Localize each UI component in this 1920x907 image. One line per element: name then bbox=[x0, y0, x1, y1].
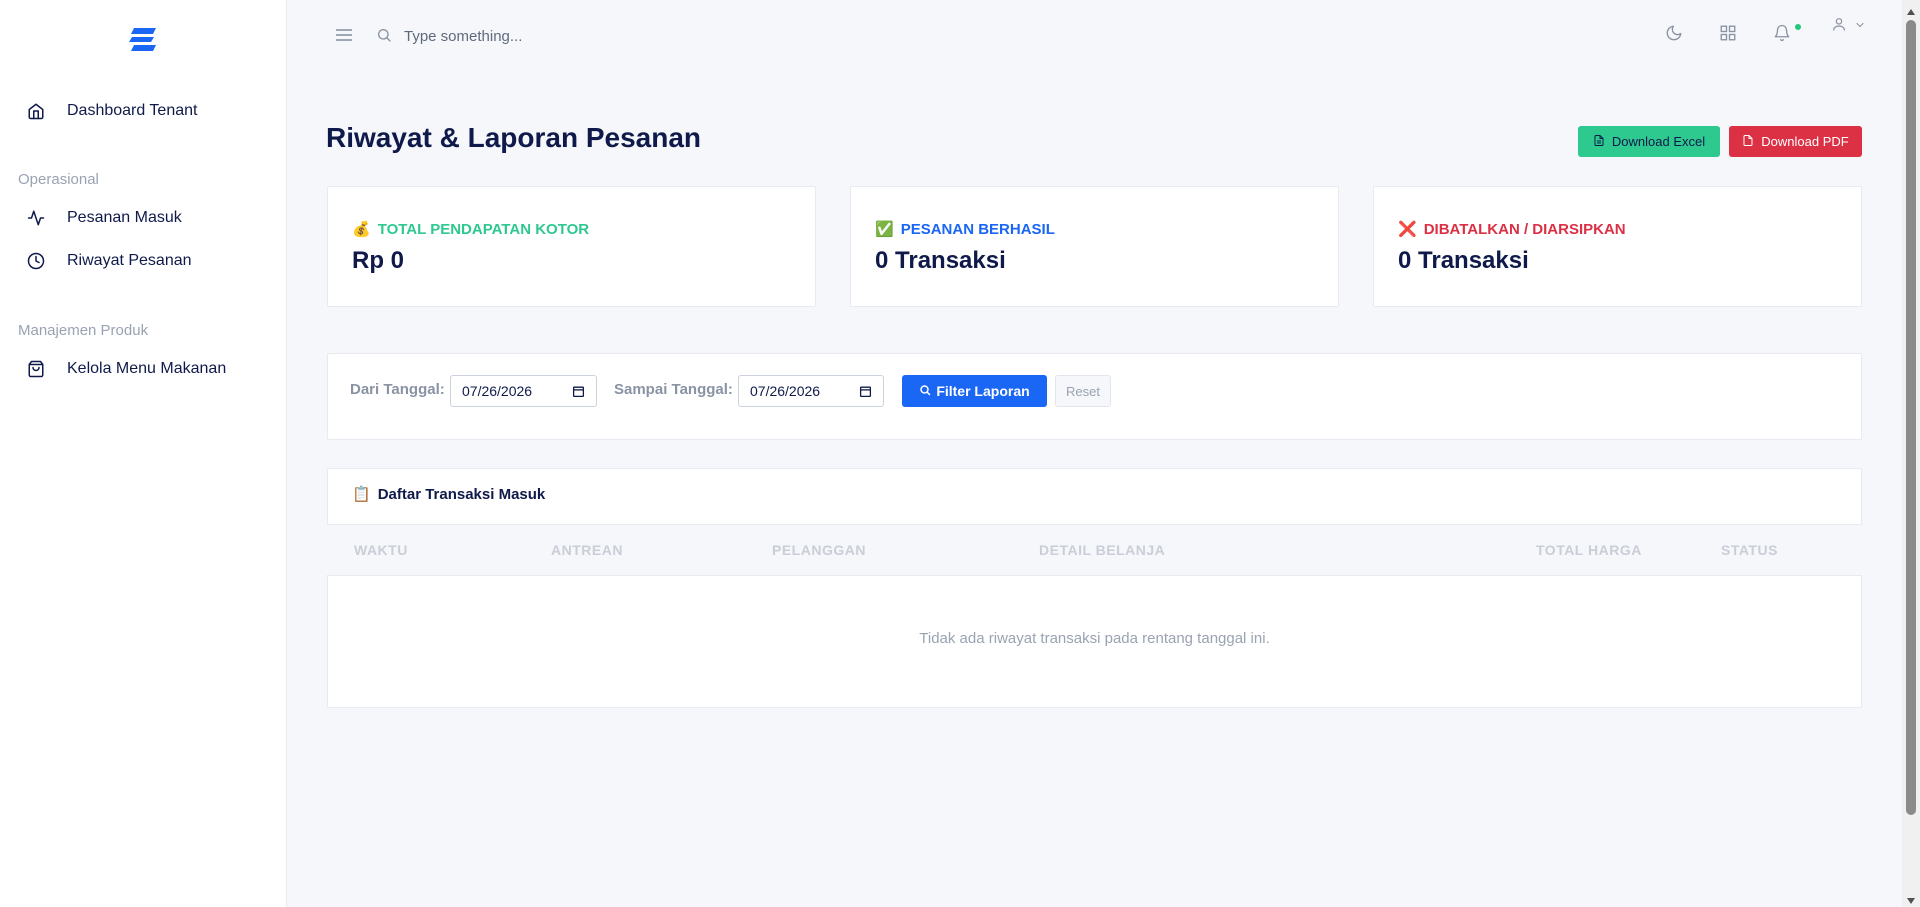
calendar-icon[interactable] bbox=[572, 385, 585, 398]
check-icon: ✅ bbox=[875, 221, 894, 238]
to-date-input[interactable]: 07/26/2026 bbox=[738, 375, 884, 407]
topbar bbox=[288, 0, 1902, 72]
stat-card-dibatalkan: ❌ DIBATALKAN / DIARSIPKAN 0 Transaksi bbox=[1373, 186, 1862, 307]
reset-button[interactable]: Reset bbox=[1055, 375, 1111, 407]
file-icon bbox=[1742, 134, 1754, 150]
column-header-pelanggan[interactable]: PELANGGAN bbox=[772, 542, 866, 558]
stat-label: ❌ DIBATALKAN / DIARSIPKAN bbox=[1398, 220, 1626, 239]
chevron-down-icon[interactable] bbox=[1854, 18, 1876, 40]
stat-value: 0 Transaksi bbox=[1398, 247, 1529, 274]
stat-card-pendapatan: 💰 TOTAL PENDAPATAN KOTOR Rp 0 bbox=[327, 186, 816, 307]
scroll-up-arrow-icon[interactable] bbox=[1906, 4, 1916, 15]
empty-table-message: Tidak ada riwayat transaksi pada rentang… bbox=[919, 630, 1270, 647]
search-input[interactable] bbox=[404, 22, 804, 50]
to-date-label: Sampai Tanggal: bbox=[614, 381, 733, 398]
download-excel-button[interactable]: Download Excel bbox=[1578, 126, 1720, 157]
grid-icon[interactable] bbox=[1719, 24, 1741, 46]
scrollbar-thumb[interactable] bbox=[1906, 20, 1916, 815]
sidebar-item-label: Riwayat Pesanan bbox=[67, 252, 192, 269]
column-header-detail-belanja[interactable]: DETAIL BELANJA bbox=[1039, 542, 1165, 558]
sidebar-item-kelola-menu[interactable]: Kelola Menu Makanan bbox=[26, 357, 226, 381]
moon-icon[interactable] bbox=[1665, 24, 1687, 46]
sidebar-item-label: Dashboard Tenant bbox=[67, 102, 198, 119]
download-pdf-label: Download PDF bbox=[1761, 134, 1849, 149]
column-header-antrean[interactable]: ANTREAN bbox=[551, 542, 623, 558]
page-title: Riwayat & Laporan Pesanan bbox=[326, 122, 702, 153]
cross-icon: ❌ bbox=[1398, 221, 1417, 238]
money-bag-icon: 💰 bbox=[352, 221, 371, 238]
sidebar-item-label: Pesanan Masuk bbox=[67, 209, 182, 226]
file-icon bbox=[1593, 134, 1605, 150]
column-header-waktu[interactable]: WAKTU bbox=[354, 542, 408, 558]
stat-label: 💰 TOTAL PENDAPATAN KOTOR bbox=[352, 220, 590, 239]
stat-value: 0 Transaksi bbox=[875, 247, 1006, 274]
user-icon[interactable] bbox=[1831, 16, 1853, 38]
notification-badge bbox=[1795, 24, 1801, 30]
column-header-status[interactable]: STATUS bbox=[1721, 542, 1778, 558]
stat-card-berhasil: ✅ PESANAN BERHASIL 0 Transaksi bbox=[850, 186, 1339, 307]
menu-icon[interactable] bbox=[334, 26, 356, 46]
from-date-input[interactable]: 07/26/2026 bbox=[450, 375, 597, 407]
section-manajemen-produk: Manajemen Produk bbox=[18, 322, 149, 339]
sidebar-item-dashboard[interactable]: Dashboard Tenant bbox=[26, 99, 197, 123]
bell-icon[interactable] bbox=[1773, 24, 1795, 46]
scrollbar[interactable] bbox=[1902, 0, 1920, 907]
stat-value: Rp 0 bbox=[352, 247, 405, 274]
filter-laporan-button[interactable]: Filter Laporan bbox=[902, 375, 1047, 407]
download-excel-label: Download Excel bbox=[1611, 134, 1706, 149]
stat-label: ✅ PESANAN BERHASIL bbox=[875, 220, 1055, 239]
search-icon bbox=[919, 383, 931, 399]
search-icon bbox=[376, 27, 394, 45]
from-date-label: Dari Tanggal: bbox=[350, 381, 445, 398]
scroll-down-arrow-icon[interactable] bbox=[1906, 893, 1916, 904]
column-header-total-harga[interactable]: TOTAL HARGA bbox=[1536, 542, 1642, 558]
sidebar-item-pesanan-masuk[interactable]: Pesanan Masuk bbox=[26, 206, 182, 230]
home-icon bbox=[26, 101, 46, 121]
sidebar-item-label: Kelola Menu Makanan bbox=[67, 360, 227, 377]
sidebar-item-riwayat-pesanan[interactable]: Riwayat Pesanan bbox=[26, 249, 192, 273]
calendar-icon[interactable] bbox=[859, 385, 872, 398]
download-pdf-button[interactable]: Download PDF bbox=[1729, 126, 1862, 157]
clipboard-icon: 📋 bbox=[352, 486, 371, 503]
table-title: 📋 Daftar Transaksi Masuk bbox=[352, 485, 546, 504]
shopping-bag-icon bbox=[26, 359, 46, 379]
clock-icon bbox=[26, 251, 46, 271]
transactions-card bbox=[327, 468, 1862, 708]
sidebar: Dashboard Tenant Operasional Pesanan Mas… bbox=[0, 0, 287, 907]
section-operasional: Operasional bbox=[18, 171, 99, 188]
table-header: WAKTU ANTREAN PELANGGAN DETAIL BELANJA T… bbox=[327, 524, 1862, 576]
activity-icon bbox=[26, 208, 46, 228]
brand-logo-icon[interactable] bbox=[128, 24, 158, 54]
